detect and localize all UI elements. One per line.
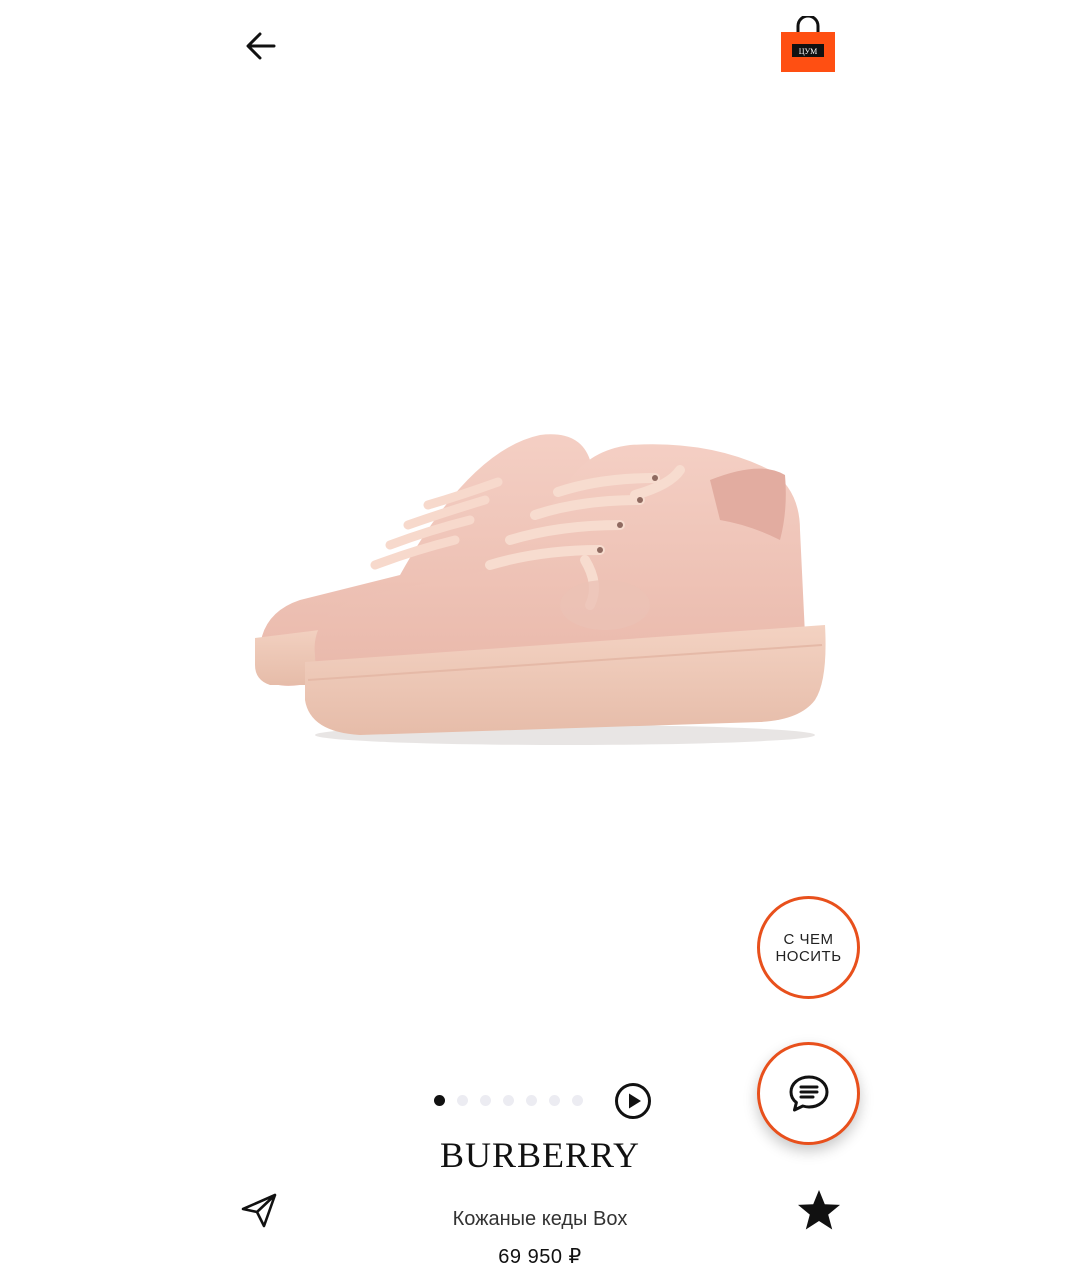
carousel-dot[interactable]: [434, 1094, 445, 1106]
product-image[interactable]: [240, 400, 840, 760]
brand-name[interactable]: BURBERRY: [340, 1134, 740, 1176]
favorite-button[interactable]: [796, 1188, 842, 1232]
carousel-dot[interactable]: [526, 1094, 537, 1106]
what-to-wear-label: С ЧЕМ НОСИТЬ: [775, 930, 842, 965]
chat-bubble-icon: [789, 1075, 828, 1111]
shopping-bag-icon: ЦУМ: [781, 14, 835, 72]
chat-button[interactable]: [757, 1042, 860, 1145]
carousel-dot[interactable]: [480, 1094, 491, 1106]
star-icon: [798, 1190, 840, 1230]
carousel-dot[interactable]: [572, 1094, 583, 1106]
what-to-wear-button[interactable]: С ЧЕМ НОСИТЬ: [757, 896, 860, 999]
carousel-dot[interactable]: [503, 1094, 514, 1106]
carousel-dot[interactable]: [457, 1094, 468, 1106]
sneakers-image: [255, 434, 826, 745]
carousel-dot[interactable]: [549, 1094, 560, 1106]
product-name: Кожаные кеды Box: [452, 1208, 628, 1230]
carousel-indicator: [434, 1092, 583, 1108]
product-price: 69 950 ₽: [498, 1246, 582, 1268]
arrow-left-icon: [246, 32, 276, 60]
send-icon: [241, 1193, 277, 1228]
bag-badge-text: ЦУМ: [799, 47, 818, 56]
shopping-bag-button[interactable]: ЦУМ: [778, 14, 838, 74]
back-button[interactable]: [236, 22, 286, 70]
play-video-button[interactable]: [614, 1082, 652, 1120]
share-button[interactable]: [238, 1190, 280, 1230]
play-circle-icon: [615, 1083, 651, 1119]
